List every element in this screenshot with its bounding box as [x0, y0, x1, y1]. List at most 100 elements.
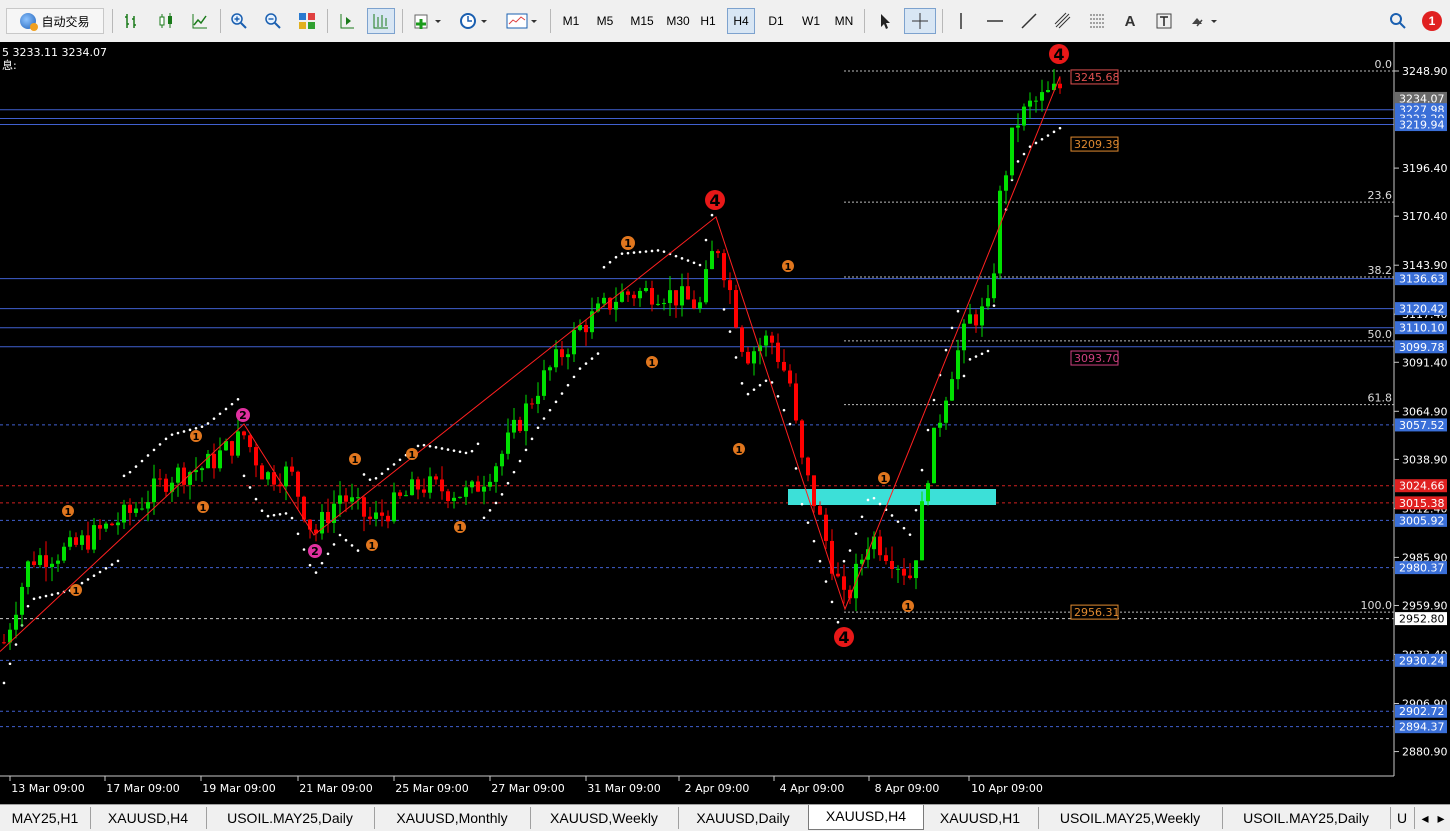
periods-clock-icon[interactable]	[456, 8, 492, 34]
candle-body	[446, 491, 450, 501]
psar-dot	[302, 548, 306, 551]
auto-trading-button[interactable]: 自动交易	[6, 8, 104, 34]
candle-body	[398, 492, 402, 496]
candle-body	[836, 573, 840, 577]
candle-body	[770, 335, 774, 343]
psar-dot	[782, 408, 786, 412]
tab-usoil-weekly[interactable]: USOIL.MAY25,Weekly	[1038, 807, 1223, 829]
price-box-label: 2930.24	[1399, 654, 1445, 667]
timeframe-m15[interactable]: M15	[624, 8, 660, 34]
line-chart-icon[interactable]	[188, 8, 212, 34]
psar-dot	[518, 459, 522, 463]
indicators-dropdown-icon[interactable]	[410, 8, 446, 34]
psar-dot	[680, 257, 684, 260]
timeframe-h4[interactable]: H4	[727, 8, 755, 34]
psar-dot	[974, 355, 978, 358]
tile-windows-icon[interactable]	[295, 8, 319, 34]
bar-chart-icon[interactable]	[120, 8, 144, 34]
zoom-in-icon[interactable]	[227, 8, 251, 34]
auto-scroll-icon[interactable]	[367, 8, 395, 34]
candle-body	[926, 483, 930, 502]
candlestick-icon[interactable]	[154, 8, 178, 34]
candle-body	[1046, 90, 1050, 93]
symbol-info-line2: 息:	[2, 58, 17, 72]
tab-scroll-left-icon[interactable]: ◂	[1418, 807, 1432, 829]
candle-body	[506, 432, 510, 454]
psar-dot	[140, 459, 144, 463]
arrows-dropdown-icon[interactable]	[1186, 8, 1222, 34]
search-icon[interactable]	[1386, 8, 1410, 34]
psar-dot	[842, 559, 846, 563]
fib-level-label: 100.0	[1361, 599, 1393, 612]
candle-body	[788, 370, 792, 384]
notifications-icon[interactable]: 1	[1418, 8, 1446, 34]
candle-body	[542, 370, 546, 396]
psar-dot	[278, 512, 282, 516]
psar-dot	[398, 458, 402, 462]
candle-body	[494, 466, 498, 482]
psar-dot	[800, 502, 804, 506]
wave-marker-label: 4	[838, 628, 849, 647]
psar-dot	[1034, 141, 1038, 145]
tab-mayh1[interactable]: MAY25,H1	[0, 807, 91, 829]
psar-dot	[434, 446, 438, 449]
candle-body	[104, 523, 108, 529]
crosshair-icon[interactable]	[904, 8, 936, 34]
tab-usoil-daily-2[interactable]: USOIL.MAY25,Daily	[1222, 807, 1391, 829]
candle-body	[356, 497, 360, 499]
psar-dot	[266, 514, 270, 518]
psar-dot	[362, 473, 366, 476]
timeframe-h1[interactable]: H1	[694, 8, 722, 34]
chart-shift-icon[interactable]	[335, 8, 359, 34]
fibonacci-icon[interactable]	[1084, 8, 1110, 34]
price-chart[interactable]: 0.0 23.6 38.2 50.0 61.8 100.0 4 4 4 2 2 1 1 1 1 1 1 1 1 1 1…	[0, 42, 1450, 804]
tab-xauusd-monthly[interactable]: XAUUSD,Monthly	[374, 807, 531, 829]
tab-xauusd-h4[interactable]: XAUUSD,H4	[90, 807, 207, 829]
timeframe-m30[interactable]: M30	[660, 8, 696, 34]
tab-xauusd-daily[interactable]: XAUUSD,Daily	[678, 807, 809, 829]
equidistant-channel-icon[interactable]	[1050, 8, 1076, 34]
tab-usoil-daily[interactable]: USOIL.MAY25,Daily	[206, 807, 375, 829]
psar-dot	[632, 251, 636, 254]
timeframe-w1[interactable]: W1	[796, 8, 826, 34]
trendline-icon[interactable]	[1016, 8, 1042, 34]
timeframe-d1[interactable]: D1	[762, 8, 790, 34]
candle-body	[236, 431, 240, 456]
psar-dot	[836, 620, 840, 624]
timeframe-mn[interactable]: MN	[830, 8, 858, 34]
text-icon[interactable]: A	[1118, 8, 1142, 34]
timeframe-m5[interactable]: M5	[590, 8, 620, 34]
candle-body	[884, 555, 888, 561]
psar-dot	[386, 467, 390, 471]
candle-body	[200, 468, 204, 471]
timeframe-m1[interactable]: M1	[556, 8, 586, 34]
psar-dot	[734, 356, 738, 359]
templates-icon[interactable]	[502, 8, 542, 34]
tab-xauusd-h4-active[interactable]: XAUUSD,H4	[808, 805, 924, 830]
candle-body	[50, 563, 54, 568]
psar-dot	[620, 252, 624, 256]
psar-dot	[260, 509, 264, 513]
tab-xauusd-weekly[interactable]: XAUUSD,Weekly	[530, 807, 679, 829]
cursor-icon[interactable]	[872, 8, 898, 34]
zoom-out-icon[interactable]	[261, 8, 285, 34]
candle-body	[518, 419, 522, 432]
tab-usoil-more[interactable]: U	[1390, 807, 1415, 829]
wave-marker-label: 1	[193, 432, 200, 443]
candle-body	[602, 297, 606, 304]
horizontal-line-icon[interactable]	[982, 8, 1008, 34]
tab-scroll-right-icon[interactable]: ▸	[1434, 807, 1448, 829]
tab-xauusd-h1[interactable]: XAUUSD,H1	[922, 807, 1039, 829]
psar-dot	[500, 493, 504, 496]
vertical-line-icon[interactable]	[950, 8, 972, 34]
psar-dot	[872, 496, 876, 500]
psar-dot	[740, 382, 744, 385]
candle-body	[1022, 106, 1026, 126]
candle-body	[914, 560, 918, 579]
psar-dot	[830, 600, 834, 604]
psar-dot	[242, 474, 246, 478]
candle-body	[740, 327, 744, 352]
wave-marker-label: 1	[736, 445, 743, 456]
candle-body	[392, 492, 396, 522]
text-label-icon[interactable]	[1152, 8, 1176, 34]
